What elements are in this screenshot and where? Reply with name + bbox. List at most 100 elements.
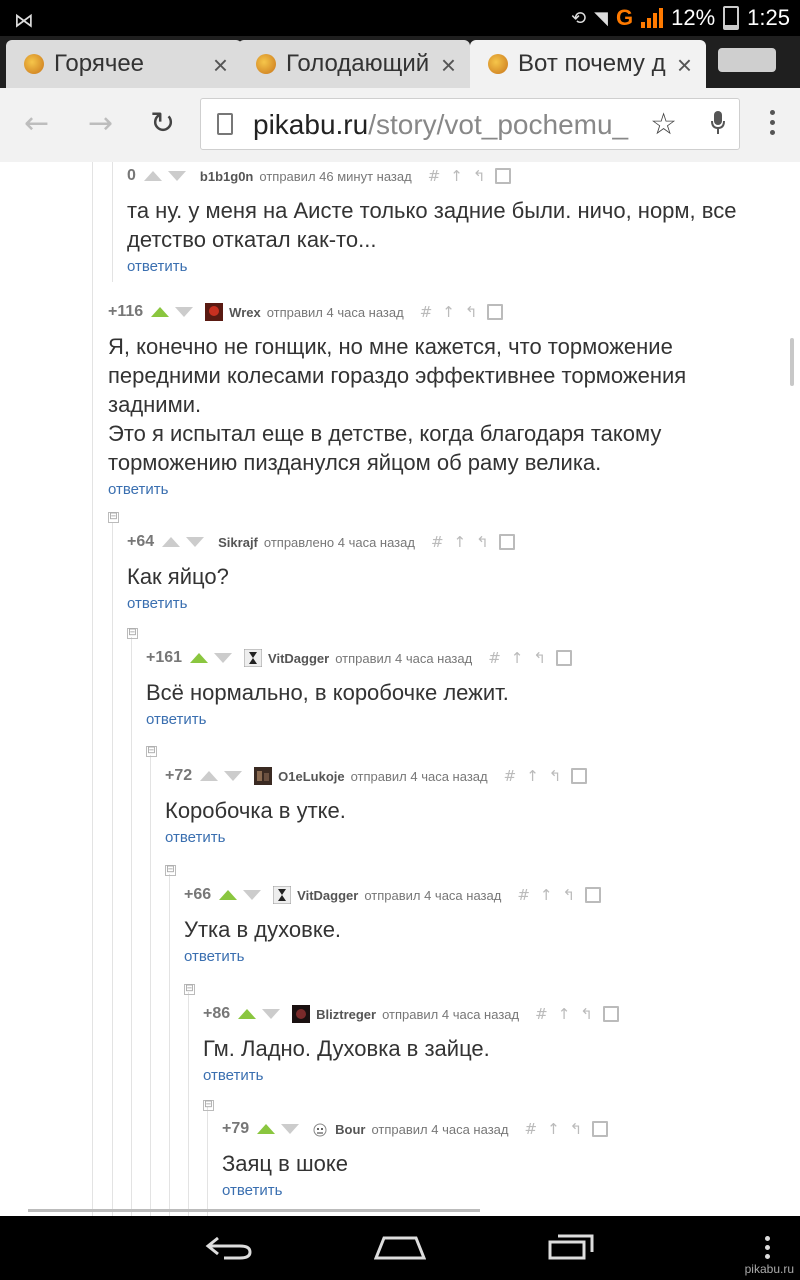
reply-link[interactable]: ответить xyxy=(184,948,764,965)
comment-time: отправил 4 часа назад xyxy=(350,768,488,784)
upvote-icon[interactable] xyxy=(162,537,181,547)
comment-author[interactable]: VitDagger xyxy=(268,651,329,666)
home-icon[interactable] xyxy=(374,1232,426,1262)
reply-link[interactable]: ответить xyxy=(222,1182,782,1199)
comment-author[interactable]: b1b1g0n xyxy=(200,169,253,184)
comment-text: Как яйцо? xyxy=(127,564,229,589)
reply-link[interactable]: ответить xyxy=(127,595,747,612)
horizontal-scrollbar[interactable] xyxy=(28,1209,480,1212)
save-icon[interactable] xyxy=(585,887,602,903)
tab-hungry[interactable]: Голодающий × xyxy=(238,40,470,88)
parent-comment-icon[interactable]: ↰ xyxy=(533,649,546,667)
save-icon[interactable] xyxy=(498,534,515,550)
go-up-icon[interactable]: ↑ xyxy=(547,1120,560,1138)
collapse-thread-icon[interactable]: ⊟ xyxy=(108,512,119,523)
recents-icon[interactable] xyxy=(548,1232,596,1262)
reload-icon[interactable]: ↻ xyxy=(150,106,175,141)
parent-comment-icon[interactable]: ↰ xyxy=(465,303,478,321)
tab-title: Горячее xyxy=(54,50,145,77)
collapse-thread-icon[interactable]: ⊟ xyxy=(165,865,176,876)
permalink-hash-icon[interactable]: # xyxy=(535,1005,548,1023)
permalink-hash-icon[interactable]: # xyxy=(428,167,441,185)
permalink-hash-icon[interactable]: # xyxy=(524,1120,537,1138)
parent-comment-icon[interactable]: ↰ xyxy=(476,533,489,551)
downvote-icon[interactable] xyxy=(224,771,243,781)
upvote-icon[interactable] xyxy=(257,1124,276,1134)
save-icon[interactable] xyxy=(555,650,572,666)
tab-hot[interactable]: Горячее × xyxy=(6,40,242,88)
permalink-hash-icon[interactable]: # xyxy=(488,649,501,667)
reply-link[interactable]: ответить xyxy=(146,711,746,728)
save-icon[interactable] xyxy=(592,1121,609,1137)
close-tab-icon[interactable]: × xyxy=(441,50,456,81)
menu-icon[interactable] xyxy=(765,1236,770,1263)
overflow-menu-icon[interactable] xyxy=(770,110,776,140)
save-icon[interactable] xyxy=(487,304,504,320)
address-bar[interactable]: pikabu.ru/story/vot_pochemu_ ☆ xyxy=(200,98,740,150)
parent-comment-icon[interactable]: ↰ xyxy=(580,1005,593,1023)
back-icon[interactable] xyxy=(204,1232,254,1262)
reply-link[interactable]: ответить xyxy=(203,1067,773,1084)
pikabu-favicon-icon xyxy=(256,54,276,74)
upvote-icon[interactable] xyxy=(190,653,209,663)
back-arrow-icon[interactable]: ← xyxy=(24,106,49,141)
parent-comment-icon[interactable]: ↰ xyxy=(473,167,486,185)
comment-author[interactable]: VitDagger xyxy=(297,888,358,903)
go-up-icon[interactable]: ↑ xyxy=(450,167,463,185)
comment-author[interactable]: O1eLukoje xyxy=(278,769,344,784)
comment-score: +116 xyxy=(108,303,144,320)
url-text[interactable]: pikabu.ru/story/vot_pochemu_ xyxy=(253,109,643,141)
parent-comment-icon[interactable]: ↰ xyxy=(549,767,562,785)
downvote-icon[interactable] xyxy=(281,1124,300,1134)
downvote-icon[interactable] xyxy=(243,890,262,900)
go-up-icon[interactable]: ↑ xyxy=(540,886,553,904)
go-up-icon[interactable]: ↑ xyxy=(454,533,467,551)
comment: +161 VitDagger отправил 4 часа назад # ↑ ↰… xyxy=(146,646,746,728)
tab-current[interactable]: Вот почему д × xyxy=(470,40,706,88)
permalink-hash-icon[interactable]: # xyxy=(420,303,433,321)
save-icon[interactable] xyxy=(495,168,512,184)
comment-score: +72 xyxy=(165,767,193,784)
downvote-icon[interactable] xyxy=(262,1009,281,1019)
upvote-icon[interactable] xyxy=(238,1009,257,1019)
new-tab-button[interactable] xyxy=(718,48,776,72)
parent-comment-icon[interactable]: ↰ xyxy=(562,886,575,904)
reply-link[interactable]: ответить xyxy=(108,481,748,498)
reply-link[interactable]: ответить xyxy=(165,829,755,846)
comment-author[interactable]: Wrex xyxy=(229,305,261,320)
downvote-icon[interactable] xyxy=(214,653,233,663)
vertical-scrollbar[interactable] xyxy=(790,338,794,386)
comment-text: Гм. Ладно. Духовка в зайце. xyxy=(203,1036,490,1061)
upvote-icon[interactable] xyxy=(219,890,238,900)
parent-comment-icon[interactable]: ↰ xyxy=(570,1120,583,1138)
upvote-icon[interactable] xyxy=(200,771,219,781)
bookmark-star-icon[interactable]: ☆ xyxy=(650,107,677,142)
go-up-icon[interactable]: ↑ xyxy=(511,649,524,667)
microphone-icon[interactable] xyxy=(711,111,725,135)
upvote-icon[interactable] xyxy=(143,171,162,181)
save-icon[interactable] xyxy=(571,768,588,784)
go-up-icon[interactable]: ↑ xyxy=(558,1005,571,1023)
reply-link[interactable]: ответить xyxy=(127,258,747,275)
save-icon[interactable] xyxy=(602,1006,619,1022)
comment-author[interactable]: Bour xyxy=(335,1122,365,1137)
close-tab-icon[interactable]: × xyxy=(213,50,228,81)
permalink-hash-icon[interactable]: # xyxy=(504,767,517,785)
go-up-icon[interactable]: ↑ xyxy=(526,767,539,785)
permalink-hash-icon[interactable]: # xyxy=(517,886,530,904)
collapse-thread-icon[interactable]: ⊟ xyxy=(184,984,195,995)
upvote-icon[interactable] xyxy=(151,307,170,317)
collapse-thread-icon[interactable]: ⊟ xyxy=(203,1100,214,1111)
permalink-hash-icon[interactable]: # xyxy=(431,533,444,551)
collapse-thread-icon[interactable]: ⊟ xyxy=(146,746,157,757)
forward-arrow-icon[interactable]: → xyxy=(88,106,113,141)
collapse-thread-icon[interactable]: ⊟ xyxy=(127,628,138,639)
browser-toolbar: ← → ↻ pikabu.ru/story/vot_pochemu_ ☆ xyxy=(0,88,800,163)
comment-author[interactable]: Sikrajf xyxy=(218,535,258,550)
downvote-icon[interactable] xyxy=(186,537,205,547)
downvote-icon[interactable] xyxy=(175,307,194,317)
downvote-icon[interactable] xyxy=(167,171,186,181)
close-tab-icon[interactable]: × xyxy=(677,50,692,81)
comment-author[interactable]: Bliztreger xyxy=(316,1007,376,1022)
go-up-icon[interactable]: ↑ xyxy=(442,303,455,321)
